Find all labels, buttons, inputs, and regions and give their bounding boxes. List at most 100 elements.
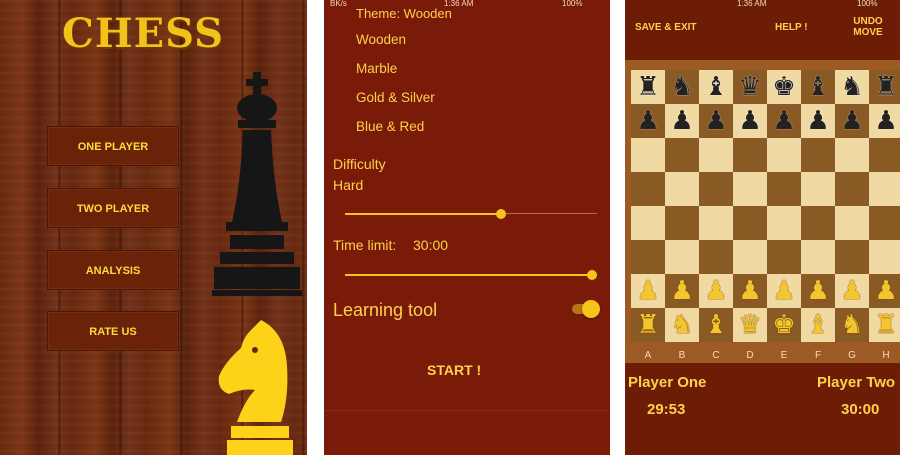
theme-option-marble[interactable]: Marble (356, 61, 397, 76)
theme-option-wooden[interactable]: Wooden (356, 32, 406, 47)
board-square-e6[interactable] (767, 138, 801, 172)
black-pawn-icon[interactable]: ♟ (869, 104, 900, 138)
white-pawn-icon[interactable]: ♟ (699, 274, 733, 308)
board-square-a6[interactable] (631, 138, 665, 172)
board-square-b6[interactable] (665, 138, 699, 172)
time-limit-slider[interactable] (345, 269, 597, 281)
file-label-f: F (814, 350, 822, 361)
board-square-g4[interactable] (835, 206, 869, 240)
yellow-knight-icon (218, 320, 293, 455)
black-queen-icon[interactable]: ♛ (733, 70, 767, 104)
white-bishop-icon[interactable]: ♝ (801, 308, 835, 342)
status-battery: 100% (562, 0, 583, 8)
board-square-d6[interactable] (733, 138, 767, 172)
difficulty-label: Difficulty (333, 156, 386, 172)
board-square-b5[interactable] (665, 172, 699, 206)
board-square-e4[interactable] (767, 206, 801, 240)
board-square-a5[interactable] (631, 172, 665, 206)
help-button[interactable]: HELP ! (775, 22, 808, 33)
board-square-e5[interactable] (767, 172, 801, 206)
board-square-f4[interactable] (801, 206, 835, 240)
theme-header: Theme: Wooden (356, 6, 452, 21)
black-pawn-icon[interactable]: ♟ (835, 104, 869, 138)
analysis-button[interactable]: ANALYSIS (47, 250, 179, 290)
chess-board[interactable]: ♜ ♞ ♝ ♛ ♚ ♝ ♞ ♜ ♟ ♟ ♟ ♟ ♟ ♟ ♟ ♟ ♟ ♟ ♟ ♟ ♟ ♟ ♟ ♟ ♜ ♞ ♝ ♛ ♚ ♝ ♞ ♜ (631, 70, 900, 342)
difficulty-slider-thumb[interactable] (496, 209, 506, 219)
black-king-icon[interactable]: ♚ (767, 70, 801, 104)
board-square-d5[interactable] (733, 172, 767, 206)
white-rook-icon[interactable]: ♜ (869, 308, 900, 342)
black-pawn-icon[interactable]: ♟ (631, 104, 665, 138)
black-pawn-icon[interactable]: ♟ (699, 104, 733, 138)
theme-option-gold-silver[interactable]: Gold & Silver (356, 90, 435, 105)
status-network: BK/s (330, 0, 347, 8)
black-knight-icon[interactable]: ♞ (665, 70, 699, 104)
board-square-f3[interactable] (801, 240, 835, 274)
divider (324, 410, 610, 411)
board-square-b3[interactable] (665, 240, 699, 274)
undo-move-button[interactable]: UNDO MOVE (849, 16, 887, 38)
board-square-c3[interactable] (699, 240, 733, 274)
rate-us-button[interactable]: RATE US (47, 311, 179, 351)
start-button[interactable]: START ! (427, 362, 481, 378)
board-square-h5[interactable] (869, 172, 900, 206)
difficulty-slider[interactable] (345, 208, 597, 220)
board-square-d3[interactable] (733, 240, 767, 274)
board-square-h3[interactable] (869, 240, 900, 274)
white-pawn-icon[interactable]: ♟ (767, 274, 801, 308)
difficulty-value: Hard (333, 177, 364, 193)
board-square-g3[interactable] (835, 240, 869, 274)
board-square-b4[interactable] (665, 206, 699, 240)
board-square-g5[interactable] (835, 172, 869, 206)
white-rook-icon[interactable]: ♜ (631, 308, 665, 342)
black-pawn-icon[interactable]: ♟ (767, 104, 801, 138)
player-two-timer: 30:00 (841, 401, 880, 418)
white-king-icon[interactable]: ♚ (767, 308, 801, 342)
player-two-name: Player Two (817, 374, 896, 391)
board-square-c4[interactable] (699, 206, 733, 240)
board-square-d4[interactable] (733, 206, 767, 240)
white-bishop-icon[interactable]: ♝ (699, 308, 733, 342)
time-limit-value: 30:00 (413, 237, 449, 253)
black-bishop-icon[interactable]: ♝ (801, 70, 835, 104)
game-screen: 1:36 AM 100% SAVE & EXIT HELP ! UNDO MOV… (625, 0, 900, 455)
white-pawn-icon[interactable]: ♟ (801, 274, 835, 308)
board-square-g6[interactable] (835, 138, 869, 172)
board-square-h4[interactable] (869, 206, 900, 240)
black-knight-icon[interactable]: ♞ (835, 70, 869, 104)
white-pawn-icon[interactable]: ♟ (835, 274, 869, 308)
white-pawn-icon[interactable]: ♟ (869, 274, 900, 308)
learning-tool-toggle-thumb[interactable] (582, 300, 600, 318)
board-square-f5[interactable] (801, 172, 835, 206)
black-bishop-icon[interactable]: ♝ (699, 70, 733, 104)
black-pawn-icon[interactable]: ♟ (665, 104, 699, 138)
time-slider-thumb[interactable] (587, 270, 597, 280)
board-square-h6[interactable] (869, 138, 900, 172)
white-knight-icon[interactable]: ♞ (835, 308, 869, 342)
white-knight-icon[interactable]: ♞ (665, 308, 699, 342)
player-one-timer: 29:53 (647, 401, 686, 418)
one-player-button[interactable]: ONE PLAYER (47, 126, 179, 166)
file-label-d: D (746, 350, 754, 361)
black-rook-icon[interactable]: ♜ (869, 70, 900, 104)
white-pawn-icon[interactable]: ♟ (733, 274, 767, 308)
board-square-a3[interactable] (631, 240, 665, 274)
board-square-c6[interactable] (699, 138, 733, 172)
time-limit-label: Time limit: (333, 237, 397, 253)
black-pawn-icon[interactable]: ♟ (733, 104, 767, 138)
status-time: 1:36 AM (737, 0, 767, 8)
board-square-c5[interactable] (699, 172, 733, 206)
two-player-button[interactable]: TWO PLAYER (47, 188, 179, 228)
save-exit-button[interactable]: SAVE & EXIT (635, 22, 697, 33)
board-square-f6[interactable] (801, 138, 835, 172)
black-rook-icon[interactable]: ♜ (631, 70, 665, 104)
board-square-e3[interactable] (767, 240, 801, 274)
white-pawn-icon[interactable]: ♟ (665, 274, 699, 308)
theme-option-blue-red[interactable]: Blue & Red (356, 119, 424, 134)
file-label-c: C (712, 350, 720, 361)
white-queen-icon[interactable]: ♛ (733, 308, 767, 342)
board-square-a4[interactable] (631, 206, 665, 240)
file-label-e: E (780, 350, 788, 361)
white-pawn-icon[interactable]: ♟ (631, 274, 665, 308)
black-pawn-icon[interactable]: ♟ (801, 104, 835, 138)
